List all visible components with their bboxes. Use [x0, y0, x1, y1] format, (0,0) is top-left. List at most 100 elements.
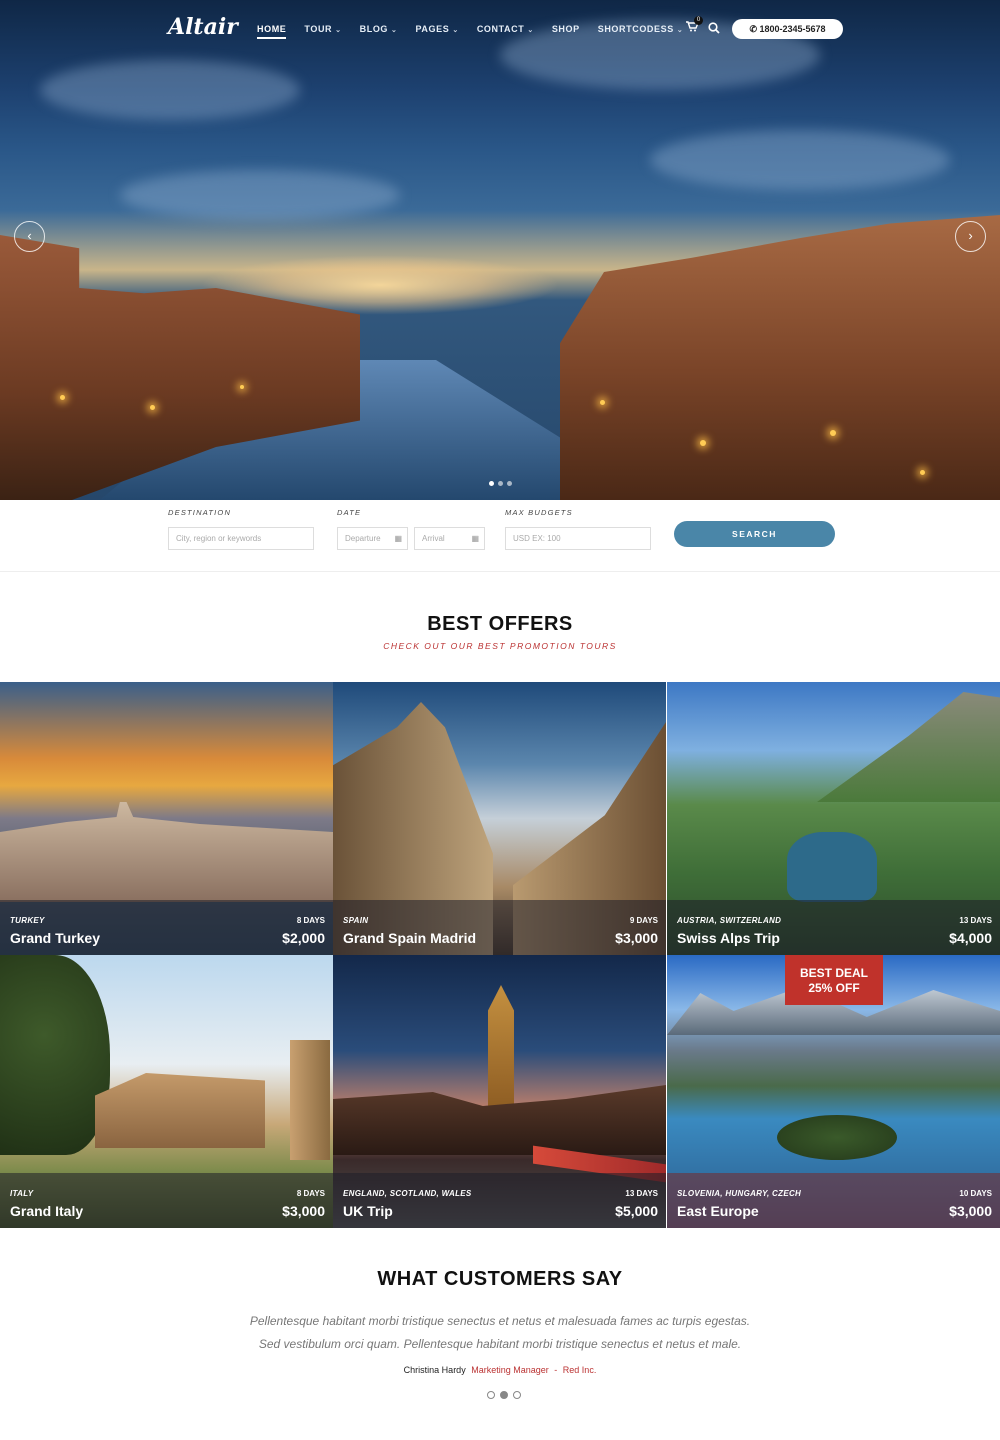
search-icon[interactable]	[708, 22, 720, 34]
testimonial-author: Christina Hardy Marketing Manager - Red …	[0, 1365, 1000, 1375]
destination-placeholder: City, region or keywords	[176, 534, 262, 543]
search-button[interactable]: SEARCH	[674, 521, 835, 547]
author-company: Red Inc.	[562, 1365, 597, 1375]
slider-dot[interactable]	[507, 481, 512, 486]
tour-days: 8 DAYS	[296, 916, 325, 925]
chevron-right-icon: ›	[968, 228, 973, 243]
tour-name: East Europe	[677, 1203, 759, 1219]
tour-caption: ITALY 8 DAYS Grand Italy $3,000	[0, 1173, 333, 1228]
buildings-right	[560, 215, 1000, 500]
phone-number: 1800-2345-5678	[759, 24, 826, 34]
date-label: DATE	[337, 508, 362, 517]
testimonial-quote-line1: Pellentesque habitant morbi tristique se…	[249, 1314, 751, 1328]
calendar-icon: ▦	[471, 534, 479, 543]
columns	[290, 1040, 330, 1160]
slider-dots	[489, 481, 512, 486]
tour-card-italy[interactable]: ITALY 8 DAYS Grand Italy $3,000	[0, 955, 333, 1228]
chevron-down-icon: ⌄	[452, 27, 459, 34]
menu-item-contact[interactable]: CONTACT ⌄	[477, 24, 534, 39]
tour-card-uk[interactable]: ENGLAND, SCOTLAND, WALES 13 DAYS UK Trip…	[333, 955, 666, 1228]
tour-country: ITALY	[10, 1189, 34, 1198]
testimonial-dot[interactable]	[513, 1391, 521, 1399]
budget-input[interactable]: USD EX: 100	[505, 527, 651, 550]
best-offers-title: BEST OFFERS	[427, 613, 573, 635]
tour-price: $3,000	[282, 1203, 325, 1219]
testimonial-dots	[487, 1391, 521, 1399]
slider-dot[interactable]	[498, 481, 503, 486]
best-deal-badge: BEST DEAL 25% OFF	[785, 955, 883, 1005]
author-role: Marketing Manager	[471, 1365, 549, 1375]
tour-card-swiss[interactable]: AUSTRIA, SWITZERLAND 13 DAYS Swiss Alps …	[667, 682, 1000, 955]
tour-days: 10 DAYS	[959, 1189, 992, 1198]
tour-days: 8 DAYS	[296, 1189, 325, 1198]
tour-country: AUSTRIA, SWITZERLAND	[677, 916, 782, 925]
tour-card-turkey[interactable]: TURKEY 8 DAYS Grand Turkey $2,000	[0, 682, 333, 955]
tour-price: $3,000	[949, 1203, 992, 1219]
testimonial-dot[interactable]	[487, 1391, 495, 1399]
destination-label: DESTINATION	[168, 508, 232, 517]
tour-price: $2,000	[282, 930, 325, 946]
tour-country: SLOVENIA, HUNGARY, CZECH	[677, 1189, 802, 1198]
menu-label: SHOP	[551, 24, 580, 34]
colosseum	[95, 1073, 265, 1148]
chevron-down-icon: ⌄	[527, 27, 534, 34]
menu-item-home[interactable]: HOME	[257, 24, 287, 39]
menu-item-shop[interactable]: SHOP	[552, 24, 580, 39]
chevron-left-icon: ‹	[27, 228, 32, 243]
site-logo[interactable]: Altair	[168, 14, 238, 40]
tour-caption: SLOVENIA, HUNGARY, CZECH 10 DAYS East Eu…	[667, 1173, 1000, 1228]
light	[60, 395, 65, 400]
tour-days: 9 DAYS	[629, 916, 658, 925]
menu-item-blog[interactable]: BLOG ⌄	[360, 24, 398, 39]
menu-label: CONTACT	[476, 24, 525, 34]
tour-days: 13 DAYS	[625, 1189, 658, 1198]
testimonial-dot[interactable]	[500, 1391, 508, 1399]
light	[920, 470, 925, 475]
slider-prev-button[interactable]: ‹	[14, 221, 45, 252]
phone-button[interactable]: ✆ 1800-2345-5678	[732, 19, 843, 39]
arrival-placeholder: Arrival	[422, 534, 445, 543]
light	[700, 440, 706, 446]
light	[830, 430, 836, 436]
destination-input[interactable]: City, region or keywords	[168, 527, 314, 550]
menu-item-tour[interactable]: TOUR ⌄	[304, 24, 341, 39]
hero-slider: Altair HOME TOUR ⌄ BLOG ⌄ PAGES ⌄ CONTACT ⌄ …	[0, 0, 1000, 500]
departure-input[interactable]: Departure ▦	[337, 527, 408, 550]
tour-name: Grand Spain Madrid	[343, 930, 477, 946]
island	[777, 1115, 897, 1160]
tour-price: $4,000	[949, 930, 992, 946]
light	[240, 385, 244, 389]
slider-dot[interactable]	[489, 481, 494, 486]
tour-caption: ENGLAND, SCOTLAND, WALES 13 DAYS UK Trip…	[333, 1173, 666, 1228]
arrival-input[interactable]: Arrival ▦	[414, 527, 485, 550]
menu-label: HOME	[257, 24, 287, 34]
tour-name: Grand Italy	[10, 1203, 84, 1219]
cart-icon[interactable]: 0	[686, 16, 703, 35]
calendar-icon: ▦	[394, 534, 402, 543]
testimonials-title: WHAT CUSTOMERS SAY	[377, 1268, 623, 1290]
phone-icon: ✆	[749, 24, 760, 34]
tree	[0, 955, 110, 1155]
light	[600, 400, 605, 405]
slider-next-button[interactable]: ›	[955, 221, 986, 252]
menu-label: PAGES	[415, 24, 450, 34]
light	[150, 405, 155, 410]
deal-label: BEST DEAL	[799, 966, 868, 980]
tour-card-spain[interactable]: SPAIN 9 DAYS Grand Spain Madrid $3,000	[333, 682, 666, 955]
menu-item-pages[interactable]: PAGES ⌄	[416, 24, 459, 39]
departure-placeholder: Departure	[345, 534, 381, 543]
author-name: Christina Hardy	[403, 1365, 466, 1375]
cart-count-badge: 0	[694, 16, 703, 25]
tour-country: TURKEY	[10, 916, 45, 925]
tour-card-east-europe[interactable]: BEST DEAL 25% OFF SLOVENIA, HUNGARY, CZE…	[667, 955, 1000, 1228]
menu-label: SHORTCODESS	[597, 24, 674, 34]
menu-label: TOUR	[304, 24, 333, 34]
tour-name: Grand Turkey	[10, 930, 100, 946]
main-menu: HOME TOUR ⌄ BLOG ⌄ PAGES ⌄ CONTACT ⌄ SHOP SH…	[257, 24, 701, 39]
menu-item-shortcodes[interactable]: SHORTCODESS ⌄	[598, 24, 684, 39]
cloud	[120, 170, 400, 220]
tour-caption: SPAIN 9 DAYS Grand Spain Madrid $3,000	[333, 900, 666, 955]
author-separator: -	[554, 1365, 558, 1375]
tour-price: $3,000	[615, 930, 658, 946]
chevron-down-icon: ⌄	[391, 27, 398, 34]
